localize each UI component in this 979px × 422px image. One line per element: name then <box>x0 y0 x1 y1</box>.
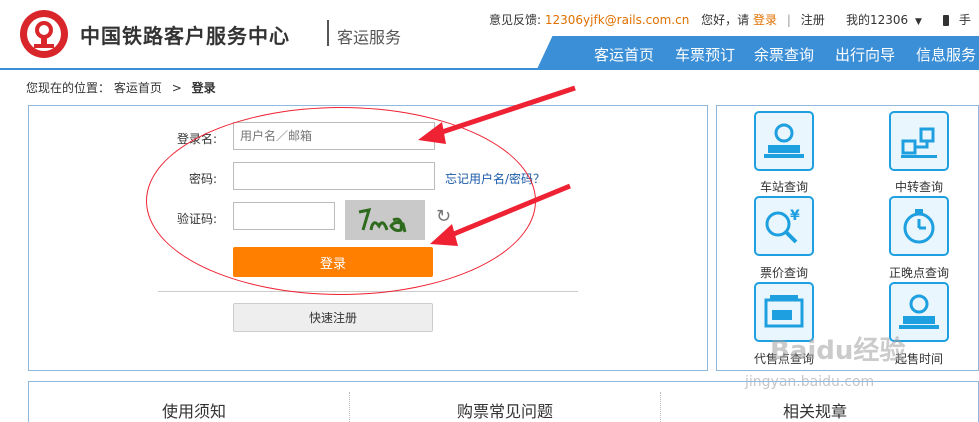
tab-faq[interactable]: 购票常见问题 <box>457 398 553 422</box>
nav-item-booking[interactable]: 车票预订 <box>675 44 735 65</box>
price-query-label[interactable]: 票价查询 <box>739 264 829 281</box>
station-query-tile[interactable] <box>754 111 814 171</box>
transfer-query-tile[interactable] <box>889 111 949 171</box>
feedback-bar: 意见反馈: 12306yjfk@rails.com.cn 您好，请 登录 | 注… <box>489 11 825 28</box>
header-underline <box>0 68 979 70</box>
mobile-label[interactable]: 手 <box>959 13 971 27</box>
greeting-text: 您好，请 <box>701 13 750 27</box>
breadcrumb: 您现在的位置： 客运首页 > 登录 <box>26 79 216 96</box>
title-divider <box>327 20 329 46</box>
quick-register-button[interactable]: 快速注册 <box>233 303 433 332</box>
punctuality-query-tile[interactable] <box>889 196 949 256</box>
price-search-icon: ¥ <box>765 208 800 244</box>
breadcrumb-current: 登录 <box>191 81 216 95</box>
breadcrumb-arrow: > <box>171 81 182 95</box>
station-icon <box>899 294 939 329</box>
header-register-link[interactable]: 注册 <box>801 13 825 27</box>
station-icon <box>764 123 804 158</box>
separator: | <box>786 13 791 27</box>
feedback-label: 意见反馈: <box>489 13 542 27</box>
mobile-phone-icon <box>943 15 949 26</box>
transfer-icon <box>901 127 937 158</box>
baidu-watermark: Baidu经验 <box>770 336 906 366</box>
breadcrumb-home-link[interactable]: 客运首页 <box>114 81 162 95</box>
tab-divider <box>660 392 661 422</box>
price-query-tile[interactable]: ¥ <box>754 196 814 256</box>
tab-usage-notes[interactable]: 使用须知 <box>162 398 226 422</box>
my12306-menu[interactable]: 我的12306 ▼ <box>846 11 922 28</box>
transfer-query-label[interactable]: 中转查询 <box>874 178 964 195</box>
mobile-link[interactable]: 手 <box>943 11 971 28</box>
tab-divider <box>349 392 350 422</box>
breadcrumb-prefix: 您现在的位置： <box>26 81 111 95</box>
railway-logo-icon[interactable] <box>20 10 68 58</box>
nav-item-travel-guide[interactable]: 出行向导 <box>835 44 895 65</box>
punctuality-query-label[interactable]: 正晚点查询 <box>874 264 964 281</box>
chevron-down-icon: ▼ <box>915 17 922 27</box>
nav-item-info-service[interactable]: 信息服务 <box>916 44 976 65</box>
station-query-label[interactable]: 车站查询 <box>739 178 829 195</box>
nav-item-home[interactable]: 客运首页 <box>594 44 654 65</box>
site-title: 中国铁路客户服务中心 <box>80 24 290 48</box>
my12306-label[interactable]: 我的12306 <box>846 13 908 27</box>
annotation-arrows <box>418 85 576 246</box>
svg-text:¥: ¥ <box>790 208 800 224</box>
nav-item-remaining-tickets[interactable]: 余票查询 <box>754 44 814 65</box>
ticket-agent-icon <box>764 295 804 328</box>
header-login-link[interactable]: 登录 <box>753 13 777 27</box>
clock-icon <box>903 209 935 244</box>
feedback-email-link[interactable]: 12306yjfk@rails.com.cn <box>545 13 689 27</box>
tab-regulations[interactable]: 相关规章 <box>783 398 847 422</box>
section-title: 客运服务 <box>337 28 402 47</box>
